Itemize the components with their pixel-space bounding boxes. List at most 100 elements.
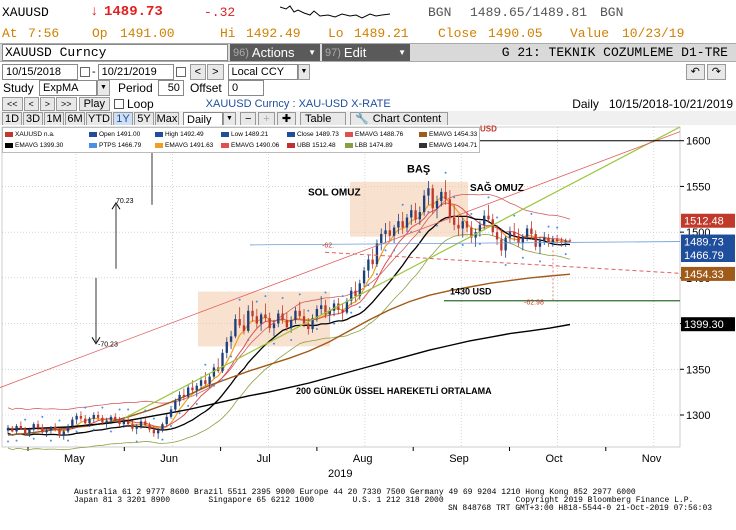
tools-button[interactable]: ✚ bbox=[276, 111, 297, 126]
close-label: Close bbox=[438, 25, 478, 41]
candle-body bbox=[11, 427, 14, 432]
edit-menu[interactable]: 97) Edit ▼ bbox=[322, 44, 410, 61]
ptps-dot bbox=[255, 300, 258, 303]
legend-swatch bbox=[5, 143, 13, 148]
ptps-dot bbox=[187, 404, 190, 407]
ptps-dot bbox=[161, 438, 164, 441]
candle-body bbox=[88, 418, 91, 424]
chart-content-button[interactable]: 🔧 Chart Content bbox=[350, 111, 449, 126]
chevron-down-icon[interactable]: ▼ bbox=[97, 80, 110, 96]
candle-body bbox=[238, 319, 241, 326]
wrench-icon: 🔧 bbox=[355, 112, 369, 125]
chart-legend: XAUUSD n.a. Open 1491.00 High 1492.49 Low 1… bbox=[2, 127, 480, 153]
candle-body bbox=[264, 314, 267, 319]
period-button-5y[interactable]: 5Y bbox=[134, 111, 154, 126]
actions-menu[interactable]: 96) Actions ▼ bbox=[230, 44, 320, 61]
chevron-down-icon: ▼ bbox=[398, 48, 406, 57]
candle-body bbox=[268, 318, 271, 329]
x-tick-label: Jul bbox=[257, 453, 271, 465]
table-button[interactable]: Table bbox=[300, 111, 347, 126]
calendar-icon[interactable] bbox=[80, 66, 90, 77]
chevron-down-icon[interactable]: ▼ bbox=[223, 111, 236, 126]
step-forward-button[interactable]: > bbox=[39, 96, 56, 111]
legend-item: Low 1489.21 bbox=[221, 131, 268, 138]
candle-body bbox=[23, 428, 27, 434]
start-date-input[interactable]: 10/15/2018 bbox=[2, 63, 78, 80]
high-value: 1492.49 bbox=[246, 25, 301, 41]
ticker-row: XAUUSD ↓ 1489.73 -.32 BGN 1489.65/1489.8… bbox=[0, 2, 736, 22]
chart-description: XAUUSD Curncy : XAU-USD X-RATE bbox=[205, 97, 391, 110]
open-value: 1491.00 bbox=[120, 25, 175, 41]
zoom-in-button[interactable]: + bbox=[258, 111, 275, 126]
candle-body bbox=[96, 415, 100, 418]
rewind-button[interactable]: << bbox=[2, 96, 23, 111]
period-input[interactable]: 50 bbox=[157, 80, 184, 96]
chevron-down-icon: ▼ bbox=[308, 48, 316, 57]
ptps-dot bbox=[7, 440, 9, 443]
support-annotation: 1430 USD bbox=[450, 286, 492, 296]
period-button-ytd[interactable]: YTD bbox=[86, 111, 112, 126]
period-button-1m[interactable]: 1M bbox=[44, 111, 64, 126]
ptps-dot bbox=[367, 284, 370, 287]
calendar-icon[interactable] bbox=[175, 66, 186, 77]
loop-checkbox[interactable] bbox=[113, 98, 124, 109]
end-date-input[interactable]: 10/21/2019 bbox=[97, 63, 174, 80]
redo-icon[interactable]: ↷ bbox=[706, 63, 726, 80]
study-select[interactable]: ExpMA bbox=[39, 80, 97, 96]
legend-label: EMAVG 1490.06 bbox=[231, 142, 280, 149]
zoom-out-button[interactable]: − bbox=[239, 111, 257, 126]
period-button-3d[interactable]: 3D bbox=[23, 111, 43, 126]
legend-item: High 1492.49 bbox=[155, 131, 204, 138]
candle-body bbox=[568, 240, 572, 242]
neck-left-annotation: -62. bbox=[322, 243, 334, 250]
legend-label: EMAVG 1454.33 bbox=[429, 131, 478, 138]
candle-body bbox=[414, 210, 417, 220]
ptps-dot bbox=[75, 430, 78, 433]
price-chart[interactable]: 1300135014001450150015501600MayJunJulAug… bbox=[0, 125, 736, 487]
price-label-value: 1399.30 bbox=[684, 319, 724, 331]
ptps-dot bbox=[315, 328, 318, 331]
offset-input[interactable]: 0 bbox=[227, 80, 264, 96]
security-name-input[interactable]: XAUUSD Curncy bbox=[2, 44, 228, 61]
ptps-dot bbox=[221, 379, 224, 382]
ptps-dot bbox=[92, 428, 95, 431]
ptps-dot bbox=[350, 311, 353, 314]
ptps-dot bbox=[341, 295, 344, 298]
ptps-dot bbox=[41, 415, 44, 418]
period-button-max[interactable]: Max bbox=[155, 111, 179, 126]
next-period-button[interactable]: > bbox=[207, 63, 224, 80]
legend-item: EMAVG 1494.71 bbox=[419, 142, 477, 149]
frequency-select[interactable]: Daily bbox=[183, 111, 223, 126]
ptps-dot bbox=[453, 196, 456, 199]
chevron-down-icon[interactable]: ▼ bbox=[297, 63, 311, 80]
period-button-1y[interactable]: 1Y bbox=[113, 111, 133, 126]
play-button[interactable]: Play bbox=[78, 96, 110, 111]
legend-swatch bbox=[419, 143, 427, 148]
ptps-dot bbox=[84, 406, 87, 409]
candle-body bbox=[19, 425, 23, 429]
ptps-dot bbox=[470, 212, 473, 215]
x-tick-label: Aug bbox=[353, 453, 373, 465]
candle-body bbox=[384, 230, 387, 234]
page-title: G 21: TEKNIK COZUMLEME D1-TRE bbox=[501, 45, 728, 60]
legend-swatch bbox=[89, 132, 97, 137]
period-buttons: 1D 3D 1M 6M YTD 1Y 5Y Max bbox=[2, 111, 180, 126]
ptps-dot bbox=[487, 196, 490, 199]
ptps-dot bbox=[195, 403, 198, 406]
ptps-dot bbox=[556, 226, 559, 229]
undo-icon[interactable]: ↶ bbox=[685, 63, 705, 80]
currency-select[interactable]: Local CCY bbox=[227, 63, 298, 80]
y-tick-label: 1300 bbox=[686, 410, 710, 422]
prev-period-button[interactable]: < bbox=[189, 63, 207, 80]
legend-item: EMAVG 1491.63 bbox=[155, 142, 213, 149]
period-button-6m[interactable]: 6M bbox=[65, 111, 85, 126]
bid-ask: 1489.65/1489.81 bbox=[470, 4, 588, 20]
legend-swatch bbox=[221, 143, 229, 148]
legend-label: EMAVG 1399.30 bbox=[15, 142, 64, 149]
candle-body bbox=[41, 427, 44, 433]
fast-forward-button[interactable]: >> bbox=[56, 96, 77, 111]
candle-body bbox=[259, 314, 263, 324]
step-back-button[interactable]: < bbox=[23, 96, 39, 111]
candle-body bbox=[277, 313, 280, 324]
period-button-1d[interactable]: 1D bbox=[2, 111, 22, 126]
